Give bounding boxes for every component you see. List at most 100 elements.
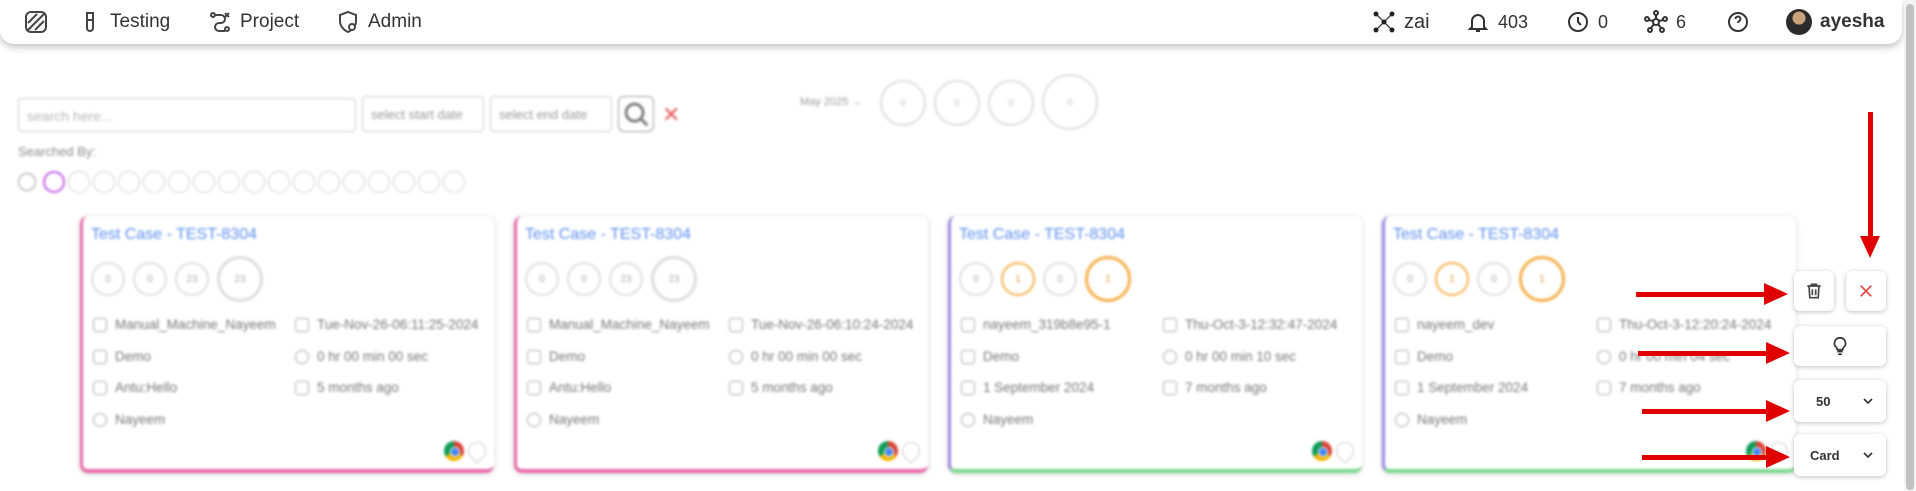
month-circle: 0 [1042, 74, 1098, 130]
card-assignee: Nayeem [527, 412, 599, 427]
nav-admin-label: Admin [368, 11, 422, 32]
card-title[interactable]: Test Case - TEST-8304 [959, 226, 1125, 244]
filter-chip[interactable] [168, 171, 190, 193]
card-title[interactable]: Test Case - TEST-8304 [91, 226, 257, 244]
nav-project[interactable]: Project [208, 7, 299, 37]
status-count-circle: 23 [651, 256, 697, 302]
date-text: Tue-Nov-26-06:11:25-2024 [317, 317, 479, 332]
card-creator: Manual_Machine_Nayeem [527, 317, 710, 332]
help-button[interactable] [1726, 7, 1750, 37]
view-mode-value: Card [1810, 447, 1840, 463]
filter-chip[interactable] [443, 171, 465, 193]
view-mode-select[interactable]: Card [1794, 434, 1886, 476]
test-case-card[interactable]: Test Case - TEST-8304 0 0 23 23 Manual_Mach… [80, 216, 494, 473]
person-icon [527, 412, 541, 427]
timer-button[interactable]: 0 [1566, 7, 1608, 37]
annotation-arrow-shaft [1642, 409, 1768, 414]
card-suite: 1 September 2024 [961, 380, 1094, 395]
help-icon [1728, 12, 1748, 32]
duration-text: 0 hr 00 min 00 sec [751, 349, 863, 364]
hints-button[interactable] [1794, 326, 1886, 366]
filter-chip[interactable] [318, 171, 340, 193]
annotation-arrow-shaft [1868, 112, 1873, 238]
chrome-icon [878, 441, 898, 461]
filter-chip[interactable] [393, 171, 415, 193]
person-icon [961, 412, 975, 427]
card-environment: Demo [93, 349, 151, 364]
card-environment: Demo [1395, 349, 1453, 364]
filter-chip[interactable] [293, 171, 315, 193]
link-icon [961, 380, 975, 395]
rocket-icon[interactable] [1332, 438, 1358, 464]
run-icon [1597, 317, 1611, 332]
end-date-input[interactable]: select end date [490, 96, 612, 132]
clock-icon [729, 349, 743, 364]
timer-count: 0 [1598, 11, 1609, 32]
status-count-circle: 1 [1519, 256, 1565, 302]
filter-chip[interactable] [93, 171, 115, 193]
assignee-text: Nayeem [115, 412, 166, 427]
search-input[interactable]: search here... [18, 98, 356, 132]
rocket-icon[interactable] [898, 438, 924, 464]
chrome-icon [444, 441, 464, 461]
signpost-icon [1395, 349, 1409, 364]
scrollbar-thumb[interactable] [1906, 4, 1914, 490]
filter-chip[interactable] [418, 171, 440, 193]
hub-icon [1644, 10, 1668, 33]
creator-text: Manual_Machine_Nayeem [549, 317, 710, 332]
network-button[interactable]: 6 [1644, 7, 1686, 37]
creator-text: nayeem_319b8e95-1 [983, 317, 1111, 332]
lightbulb-icon [1833, 336, 1847, 356]
filter-chip[interactable] [118, 171, 140, 193]
month-label: May 2025 → [800, 96, 863, 108]
annotation-arrow-head [1766, 400, 1790, 422]
delete-button[interactable] [1794, 271, 1834, 311]
card-age: 5 months ago [295, 380, 399, 395]
filter-chip[interactable] [243, 171, 265, 193]
notifications-count: 403 [1498, 11, 1529, 32]
test-case-card[interactable]: Test Case - TEST-8304 0 0 23 23 Manual_Mach… [514, 216, 928, 473]
environment-text: Demo [549, 349, 586, 364]
link-icon [93, 380, 107, 395]
start-date-input[interactable]: select start date [362, 96, 484, 132]
test-case-card[interactable]: Test Case - TEST-8304 0101 nayeem_dev Th… [1382, 216, 1796, 473]
status-count-circle: 0 [1043, 262, 1077, 296]
card-suite: Antu:Hello [527, 380, 611, 395]
top-navbar: Testing Project Admin zai 403 0 6 ayesha [0, 0, 1902, 44]
chart-icon [1597, 380, 1611, 395]
card-title[interactable]: Test Case - TEST-8304 [1393, 226, 1559, 244]
logo-icon[interactable] [24, 7, 48, 37]
filter-chip[interactable] [43, 171, 65, 193]
filter-chip[interactable] [218, 171, 240, 193]
filter-chip[interactable] [193, 171, 215, 193]
nav-testing-label: Testing [110, 11, 171, 32]
clear-filters-icon[interactable]: ✕ [662, 102, 680, 128]
filter-chip[interactable] [68, 171, 90, 193]
card-creator: nayeem_dev [1395, 317, 1494, 332]
filter-chip[interactable] [143, 171, 165, 193]
rocket-icon[interactable] [464, 438, 490, 464]
annotation-arrow-head [1766, 446, 1790, 468]
suite-text: 1 September 2024 [1417, 380, 1529, 395]
run-icon [729, 317, 743, 332]
search-button[interactable] [618, 96, 654, 132]
nav-testing[interactable]: Testing [78, 7, 170, 37]
scrollbar[interactable] [1904, 0, 1916, 491]
card-assignee: Nayeem [961, 412, 1033, 427]
user-menu[interactable]: ayesha [1786, 7, 1884, 37]
status-count-circle: 0 [133, 262, 167, 296]
user-tag-icon [961, 317, 975, 332]
card-title[interactable]: Test Case - TEST-8304 [525, 226, 691, 244]
workspace-switcher[interactable]: zai [1372, 7, 1430, 37]
filter-chip[interactable] [268, 171, 290, 193]
assignee-text: Nayeem [983, 412, 1034, 427]
card-age: 5 months ago [729, 380, 833, 395]
close-button[interactable] [1846, 271, 1886, 311]
filter-chip[interactable] [368, 171, 390, 193]
test-case-card[interactable]: Test Case - TEST-8304 0101 nayeem_319b8e… [948, 216, 1362, 473]
filter-chip[interactable] [343, 171, 365, 193]
notifications-button[interactable]: 403 [1466, 7, 1528, 37]
nav-admin[interactable]: Admin [336, 7, 422, 37]
clock-icon [1568, 12, 1588, 32]
page-size-select[interactable]: 50 [1794, 380, 1886, 422]
